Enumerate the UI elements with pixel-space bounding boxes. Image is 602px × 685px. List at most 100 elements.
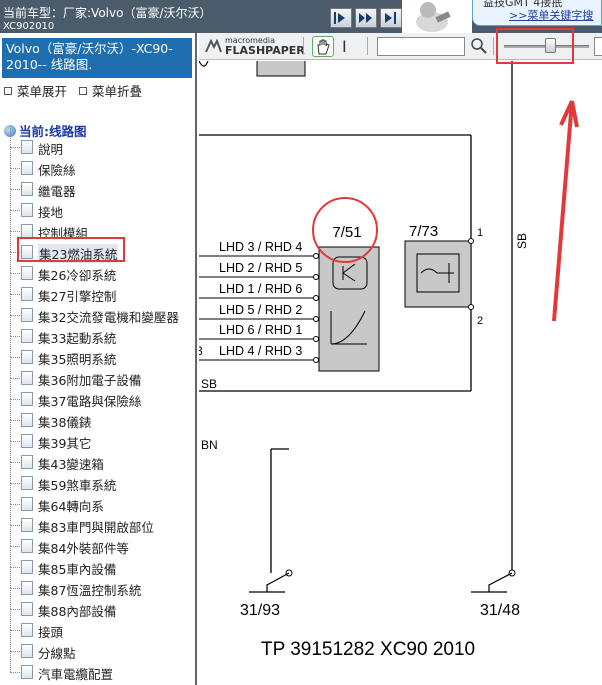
tree-item-label: 集37電路與保險絲 [38,394,142,409]
tree-item-label: 集33起動系統 [38,331,117,346]
tree-item-label: 集26冷卻系統 [38,268,117,283]
tree-connector [10,504,11,525]
macromedia-logo-icon [205,39,222,53]
document-icon [21,476,33,490]
tree-connector [10,567,11,588]
tree-item-label: 接地 [38,205,64,220]
text-select-icon[interactable]: I [342,37,347,56]
tree-connector [10,231,20,232]
document-icon [21,581,33,595]
tree-connector [10,546,20,547]
tree-connector [10,525,11,546]
diagram-footer: TP 39151282 XC90 2010 [261,639,475,660]
nav-next-button[interactable] [330,8,352,28]
tree-connector [10,672,20,673]
tree-connector [10,651,11,672]
document-icon [21,266,33,280]
component-label-7-51: 7/51 [332,224,361,241]
document-icon [21,413,33,427]
menu-search-banner: 益技GMT 4接抿 >>菜单关键字搜 [472,0,602,26]
document-icon [21,602,33,616]
nav-double-button[interactable] [355,8,377,28]
toolbar-divider [493,37,494,55]
sidebar: Volvo（富豪/沃尔沃）-XC90-2010-- 线路图. 菜单展开 菜单折叠… [0,33,197,685]
skip-end-icon [385,12,396,24]
tree-item-label: 集35照明系統 [38,352,117,367]
tree-item-label: 集36附加電子設備 [38,373,142,388]
tree-connector [10,273,11,294]
tree-connector [10,588,20,589]
component-top [256,61,306,77]
document-icon [21,161,33,175]
square-icon [78,87,87,95]
car-model-label: 当前车型：厂家:Volvo（富豪/沃尔沃） [3,6,212,20]
zoom-field[interactable] [594,37,602,56]
tree-connector [10,630,20,631]
tree-item-label: 汽車電纜配置 [38,667,114,682]
document-icon [21,350,33,364]
nav-last-button[interactable] [380,8,402,28]
menu-keyword-search-link[interactable]: >>菜单关键字搜 [509,7,593,23]
tree-connector [10,483,11,504]
document-icon [21,224,33,238]
tree-item-label: 保險絲 [38,163,76,178]
tree-item-label: 集27引擎控制 [38,289,117,304]
tree-root[interactable]: 当前:线路图 [4,121,87,140]
document-icon [21,371,33,385]
wire-label: LHD 4 / RHD 3 [219,344,302,358]
tree-item-label: 集87恆溫控制系統 [38,583,142,598]
hand-tool-button[interactable] [312,36,334,57]
tree-item-label: 接頭 [38,625,64,640]
wire-label: LHD 5 / RHD 2 [219,303,302,317]
hand-icon [317,39,330,55]
highlight-arrow [552,100,579,322]
expand-collapse-row: 菜单展开 菜单折叠 [4,81,142,100]
menu-expand-button[interactable]: 菜单展开 [4,84,67,99]
tree-item-label: 集88內部設備 [38,604,117,619]
tree-connector [10,567,20,568]
play-right-icon [334,12,345,24]
document-icon [21,203,33,217]
toolbar-divider [367,37,368,55]
tree-connector [10,441,11,462]
mascot-icon [416,2,451,32]
ground-label: 31/48 [480,602,520,619]
wiring-diagram: 7/51 7/73 LHD 3 / RHD 4 LHD 2 / RHD 5 LH… [199,61,579,660]
tree-connector [10,399,11,420]
tree-connector [10,252,11,273]
document-icon [21,392,33,406]
tree-item-label: 集59煞車系統 [38,478,117,493]
tree-connector [10,420,11,441]
wire-color-label: SB [515,233,529,249]
menu-collapse-button[interactable]: 菜单折叠 [78,84,142,99]
tree-connector [10,609,20,610]
tree-connector [10,462,20,463]
tree-connector [10,336,11,357]
tree-connector [10,336,20,337]
wire-label: LHD 1 / RHD 6 [219,282,302,296]
tree-item-label: 集64轉向系 [38,499,104,514]
find-input[interactable] [377,37,465,56]
tree-connector [10,168,20,169]
tree-connector [10,147,20,148]
tree-connector [10,315,11,336]
tree-connector [10,273,20,274]
document-icon [21,623,33,637]
search-icon[interactable] [470,37,488,55]
tree-connector [10,588,11,609]
component-7-73 [404,240,472,308]
document-icon [21,455,33,469]
double-arrow-icon [359,13,372,23]
tree-connector [10,315,20,316]
tree-connector [10,462,11,483]
highlight-box-menu [17,237,125,262]
tree-connector [10,168,11,189]
tree-item-label: 集83車門與開啟部位 [38,520,154,535]
car-model-label-line2: XC902010 [3,21,55,32]
tree-item-label: 集32交流發電機和變壓器 [38,310,179,325]
flashpaper-logo: macromedia FLASHPAPER [205,36,305,57]
wire-arc [199,61,209,67]
tree-item-label: 繼電器 [38,184,76,199]
tree-item-label: 集43變速箱 [38,457,104,472]
tree-connector [10,546,11,567]
